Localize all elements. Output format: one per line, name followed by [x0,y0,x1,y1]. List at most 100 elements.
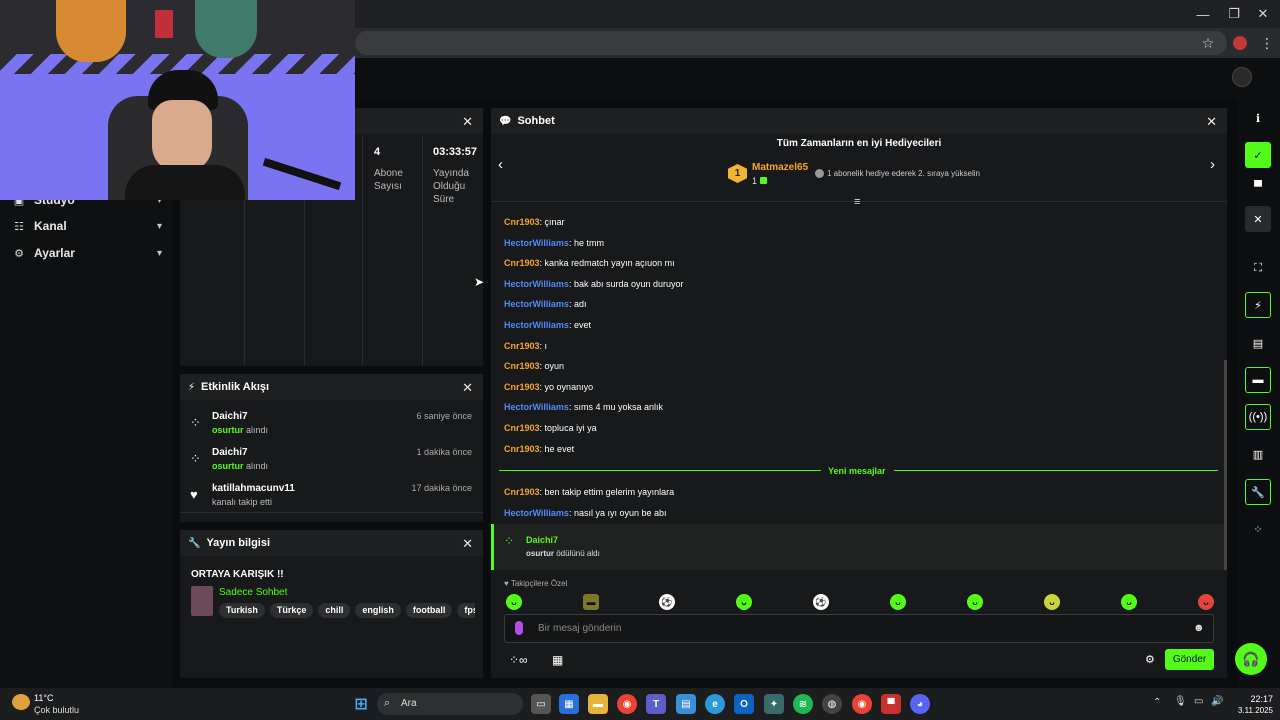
clock-time[interactable]: 22:17 [1235,694,1273,704]
check-icon[interactable]: ✓ [1245,142,1271,168]
notepad-icon[interactable]: ▤ [676,694,696,714]
nav-item-settings[interactable]: ⚙ Ayarlar ▾ [12,243,162,263]
url-field[interactable] [355,31,1227,55]
bookmark-star-icon[interactable]: ☆ [1199,34,1217,52]
reward-username[interactable]: Daichi7 [526,535,558,545]
chat-bubble-icon[interactable]: ▬ [1245,367,1271,393]
chat-username[interactable]: Cnr1903 [504,361,540,371]
tag[interactable]: Türkçe [269,603,314,618]
chat-username[interactable]: HectorWilliams [504,402,569,412]
filter-icon[interactable]: ≡ [854,196,860,208]
close-icon[interactable]: ✕ [1206,114,1217,130]
app-icon[interactable]: ✦ [764,694,784,714]
chat-username[interactable]: HectorWilliams [504,279,569,289]
wrench-icon[interactable]: 🔧 [1245,479,1271,505]
leaderboard-title: Tüm Zamanların en iyi Hediyecileri [776,138,942,149]
emoji-icon[interactable]: ☻ [1193,622,1205,634]
chevron-left-icon[interactable]: ‹ [498,156,503,173]
chat-username[interactable]: HectorWilliams [504,238,569,248]
gear-icon[interactable]: ⚙ [1145,653,1155,666]
monitor-icon[interactable]: ▭ [1194,696,1203,707]
chat-text: oyun [544,361,565,372]
chevron-up-icon[interactable]: ⌃ [1153,697,1161,708]
close-window-button[interactable]: ✕ [1246,0,1280,28]
discord-icon[interactable]: ◕ [910,694,930,714]
tag[interactable]: chill [318,603,351,618]
info-icon[interactable]: ℹ [1245,105,1271,131]
chat-username[interactable]: Cnr1903 [504,423,540,433]
chat-username[interactable]: Cnr1903 [504,382,540,392]
chevron-right-icon[interactable]: › [1210,156,1215,173]
spotify-icon[interactable]: ≋ [793,694,813,714]
taskbar [0,688,1280,720]
task-view-icon[interactable]: ▭ [531,694,551,714]
chat-username[interactable]: HectorWilliams [504,299,569,309]
emote-icon[interactable]: ⚽ [813,594,829,610]
microphone-icon[interactable]: 🎙 [1174,696,1187,707]
outlook-icon[interactable]: O [734,694,754,714]
broadcast-icon[interactable]: ((•)) [1245,404,1271,430]
chat-header: 💬 Sohbet [491,108,1227,134]
emote-icon[interactable]: ▬ [583,594,599,610]
emote-icon[interactable]: ᴗ [890,594,906,610]
reward-text: osurtur ödülünü aldı [526,549,600,558]
stream-category[interactable]: Sadece Sohbet [219,587,287,598]
weather-desc[interactable]: Çok bulutlu [34,705,79,715]
profile-avatar-icon[interactable] [1233,36,1247,50]
store-icon[interactable]: ▦ [559,694,579,714]
store-icon[interactable]: ▦ [552,653,563,667]
folder-icon[interactable]: ▬ [588,694,608,714]
chat-username[interactable]: Cnr1903 [504,217,540,227]
user-avatar[interactable] [1232,67,1252,87]
kick-reward-icon[interactable]: ⁘∞ [509,653,528,667]
chat-scrollbar[interactable] [1224,360,1227,570]
emote-icon[interactable]: ᴗ [506,594,522,610]
minimize-button[interactable]: — [1186,0,1220,28]
taskbar-search[interactable] [377,693,523,715]
vmix-icon[interactable]: ▀ [881,694,901,714]
emote-icon[interactable]: ᴗ [1121,594,1137,610]
emote-icon[interactable]: ᴗ [736,594,752,610]
send-button[interactable]: Gönder [1165,649,1214,670]
tag[interactable]: fps [457,603,475,618]
nav-item-channel[interactable]: ☷ Kanal ▾ [12,216,162,236]
close-icon[interactable]: ✕ [462,536,473,552]
chrome-icon[interactable]: ◉ [852,694,872,714]
chat-username[interactable]: Cnr1903 [504,258,540,268]
close-icon[interactable]: ✕ [462,114,473,130]
close-icon[interactable]: ✕ [1245,206,1271,232]
teams-icon[interactable]: T [646,694,666,714]
chrome-icon[interactable]: ◉ [617,694,637,714]
chat-username[interactable]: Cnr1903 [504,341,540,351]
top-gifter-name[interactable]: Matmazel65 [752,162,808,173]
tag[interactable]: football [405,603,453,618]
chat-text: he tmm [573,237,604,248]
lightning-icon[interactable]: ⚡ [1245,292,1271,318]
tag[interactable]: english [355,603,401,618]
browser-menu-icon[interactable]: ⋮ [1258,34,1276,52]
windows-start-icon[interactable]: ⊞ [351,694,371,714]
weather-temp[interactable]: 11°C [34,693,53,703]
chat-username[interactable]: HectorWilliams [504,508,569,518]
chevron-down-icon: ▾ [156,247,162,259]
clock-date[interactable]: 3.11.2025 [1222,706,1273,715]
kick-reward-icon[interactable]: ⁘ [1245,516,1271,542]
close-icon[interactable]: ✕ [462,380,473,396]
document-icon[interactable]: ▤ [1245,330,1271,356]
chat-username[interactable]: HectorWilliams [504,320,569,330]
layout-icon[interactable]: ▀ [1245,174,1271,200]
tag[interactable]: Turkish [219,603,265,618]
activity-item: ⁘ Daichi7 osurtur alındı 1 dakika önce [190,447,475,477]
printer-icon[interactable]: ▥ [1245,441,1271,467]
edge-icon[interactable]: e [705,694,725,714]
microphone-icon[interactable] [515,621,523,635]
chat-username[interactable]: Cnr1903 [504,487,540,497]
fullscreen-icon[interactable]: ⛶ [1245,255,1271,281]
obs-icon[interactable]: ◍ [822,694,842,714]
emote-icon[interactable]: ⚽ [659,594,675,610]
support-icon[interactable]: 🎧 [1235,643,1267,675]
emote-icon[interactable]: ᴗ [1198,594,1214,610]
emote-icon[interactable]: ᴗ [967,594,983,610]
chat-username[interactable]: Cnr1903 [504,444,540,454]
emote-icon[interactable]: ᴗ [1044,594,1060,610]
